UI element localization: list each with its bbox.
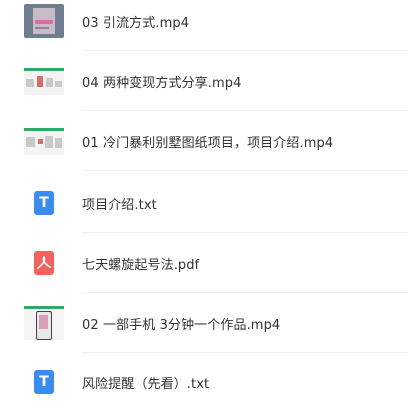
file-name: 七天螺旋起号法.pdf xyxy=(82,257,200,273)
file-name: 02 一部手机 3分钟一个作品.mp4 xyxy=(82,317,281,333)
file-row[interactable]: 03 引流方式.mp4 xyxy=(0,0,408,51)
file-row[interactable]: 七天螺旋起号法.pdf xyxy=(0,233,408,293)
video-thumbnail-icon xyxy=(22,119,66,163)
file-list: 03 引流方式.mp4 04 两种变现方式分享.mp4 01 冷门暴利别墅图纸项… xyxy=(0,0,408,400)
file-row[interactable]: T 项目介绍.txt xyxy=(0,173,408,233)
video-thumbnail-icon xyxy=(22,59,66,103)
file-row[interactable]: T 风险提醒（先看）.txt xyxy=(0,352,408,412)
video-thumbnail-icon xyxy=(22,301,66,345)
row-divider xyxy=(82,170,408,171)
file-row[interactable]: 04 两种变现方式分享.mp4 xyxy=(0,51,408,111)
pdf-file-icon xyxy=(34,251,54,275)
file-name: 03 引流方式.mp4 xyxy=(82,15,190,31)
file-row[interactable]: 02 一部手机 3分钟一个作品.mp4 xyxy=(0,293,408,353)
file-name: 01 冷门暴利别墅图纸项目，项目介绍.mp4 xyxy=(82,135,334,151)
file-row[interactable]: 01 冷门暴利别墅图纸项目，项目介绍.mp4 xyxy=(0,111,408,171)
text-file-icon: T xyxy=(34,191,54,215)
file-name: 项目介绍.txt xyxy=(82,197,157,213)
file-name: 04 两种变现方式分享.mp4 xyxy=(82,75,242,91)
video-thumbnail-icon xyxy=(22,0,66,43)
file-name: 风险提醒（先看）.txt xyxy=(82,376,210,392)
text-file-icon: T xyxy=(34,370,54,394)
